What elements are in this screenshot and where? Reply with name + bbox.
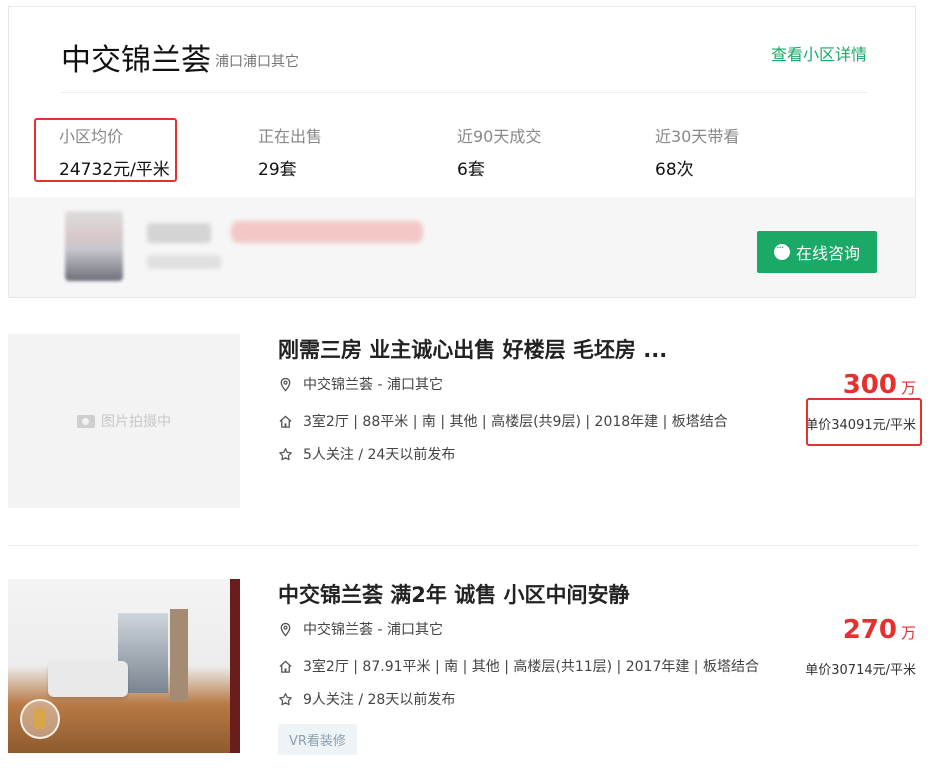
online-consult-button[interactable]: 在线咨询 <box>757 231 877 273</box>
listing-specs: 3室2厅 | 87.91平米 | 南 | 其他 | 高楼层(共11层) | 20… <box>303 659 759 675</box>
star-icon <box>279 447 292 460</box>
highlight-box <box>806 398 922 446</box>
stat-value: 68次 <box>655 160 694 180</box>
location-pin-icon <box>280 377 291 392</box>
agent-avatar[interactable] <box>65 211 123 281</box>
vr-tag[interactable]: VR看装修 <box>278 724 357 755</box>
listing-title[interactable]: 刚需三房 业主诚心出售 好楼层 毛坯房 ... <box>278 334 667 364</box>
photo-placeholder-text: 图片拍摄中 <box>101 414 171 430</box>
house-icon <box>279 659 292 673</box>
price-unit: 万 <box>900 379 916 397</box>
listing-specs: 3室2厅 | 88平米 | 南 | 其他 | 高楼层(共9层) | 2018年建… <box>303 414 728 430</box>
consult-label: 在线咨询 <box>795 244 860 263</box>
listing-follow-row: 5人关注 / 24天以前发布 <box>278 444 455 464</box>
stat-90day-deals: 近90天成交 6套 <box>457 123 541 180</box>
community-location: 浦口浦口其它 <box>215 54 299 70</box>
stat-on-sale: 正在出售 29套 <box>258 123 322 180</box>
community-card: 中交锦兰荟 浦口浦口其它 查看小区详情 小区均价 24732元/平米 正在出售 … <box>8 6 916 298</box>
price-number: 300 <box>842 370 897 400</box>
listing-location[interactable]: 中交锦兰荟 - 浦口其它 <box>303 374 443 394</box>
agent-subtitle-blurred <box>147 255 221 269</box>
price-number: 270 <box>842 615 897 645</box>
listing-price: 300 万 <box>843 370 916 400</box>
vr-icon[interactable] <box>20 699 60 739</box>
stat-label: 近90天成交 <box>457 127 542 146</box>
divider <box>61 92 867 93</box>
listing-follow-info: 5人关注 / 24天以前发布 <box>303 447 456 463</box>
highlight-box <box>34 118 177 182</box>
listing-item[interactable]: 图片拍摄中 刚需三房 业主诚心出售 好楼层 毛坯房 ... 中交锦兰荟 - 浦口… <box>8 334 922 510</box>
listing-location-row: 中交锦兰荟 - 浦口其它 <box>278 619 443 639</box>
location-pin-icon <box>280 622 291 637</box>
price-unit: 万 <box>900 624 916 642</box>
listing-item[interactable]: 中交锦兰荟 满2年 诚售 小区中间安静 中交锦兰荟 - 浦口其它 3室2厅 | … <box>8 579 918 755</box>
listing-follow-info: 9人关注 / 28天以前发布 <box>303 692 456 708</box>
room-sofa <box>48 661 128 697</box>
star-icon <box>279 692 292 705</box>
agent-bar: 在线咨询 <box>9 197 915 297</box>
listing-price: 270 万 <box>843 615 916 645</box>
chat-icon <box>773 241 790 260</box>
listing-location-row: 中交锦兰荟 - 浦口其它 <box>278 374 443 394</box>
listing-title[interactable]: 中交锦兰荟 满2年 诚售 小区中间安静 <box>278 579 630 609</box>
stat-label: 正在出售 <box>258 127 323 146</box>
listing-follow-row: 9人关注 / 28天以前发布 <box>278 689 455 709</box>
agent-name-blurred <box>147 223 211 243</box>
listing-location[interactable]: 中交锦兰荟 - 浦口其它 <box>303 619 443 639</box>
room-door-frame <box>230 579 240 753</box>
stat-value: 6套 <box>457 160 485 180</box>
stat-value: 29套 <box>258 160 297 180</box>
house-icon <box>279 414 292 428</box>
listing-thumbnail[interactable] <box>8 579 240 753</box>
stat-label: 近30天带看 <box>655 127 740 146</box>
agent-tag-blurred <box>231 221 423 243</box>
listing-unit-price: 单价30714元/平米 <box>805 663 916 678</box>
community-detail-link[interactable]: 查看小区详情 <box>771 41 867 65</box>
listing-thumbnail[interactable]: 图片拍摄中 <box>8 334 240 508</box>
listing-specs-row: 3室2厅 | 88平米 | 南 | 其他 | 高楼层(共9层) | 2018年建… <box>278 411 728 431</box>
room-curtain <box>170 609 188 701</box>
listing-separator <box>8 545 918 546</box>
community-name: 中交锦兰荟 <box>61 43 211 78</box>
camera-icon <box>77 414 95 428</box>
stat-30day-visits: 近30天带看 68次 <box>655 123 739 180</box>
listing-specs-row: 3室2厅 | 87.91平米 | 南 | 其他 | 高楼层(共11层) | 20… <box>278 656 759 676</box>
